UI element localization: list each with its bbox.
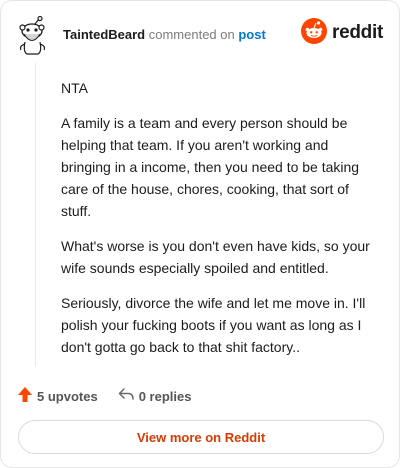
- comment-paragraph: NTA: [61, 80, 88, 96]
- header-byline: TaintedBeard commented on post: [63, 27, 266, 42]
- upvote-count: 5 upvotes: [37, 388, 98, 404]
- comment-paragraph: Seriously, divorce the wife and let me m…: [61, 295, 366, 355]
- comment-footer: 5 upvotes 0 replies: [17, 386, 191, 406]
- username-link[interactable]: TaintedBeard: [63, 27, 145, 42]
- comment-paragraph: What's worse is you don't even have kids…: [61, 238, 370, 276]
- reddit-snoo-icon: [301, 17, 328, 49]
- upvote-button[interactable]: 5 upvotes: [17, 386, 98, 406]
- comment-embed-card: TaintedBeard commented on post reddit NT…: [0, 0, 400, 468]
- header-action-text: commented on: [148, 27, 235, 42]
- thread-line: [35, 63, 36, 367]
- comment-paragraph: A family is a team and every person shou…: [61, 115, 360, 219]
- reply-arrow-icon: [118, 387, 135, 405]
- comment-header: TaintedBeard commented on post reddit: [15, 15, 385, 55]
- reply-button[interactable]: 0 replies: [118, 387, 192, 405]
- snoo-avatar-icon[interactable]: [15, 15, 51, 55]
- comment-body: NTA A family is a team and every person …: [61, 77, 379, 371]
- upvote-arrow-icon: [17, 386, 33, 406]
- reply-count: 0 replies: [138, 388, 192, 404]
- view-more-on-reddit-button[interactable]: View more on Reddit: [18, 420, 384, 454]
- reddit-logo[interactable]: reddit: [301, 17, 383, 49]
- reddit-wordmark: reddit: [332, 22, 383, 43]
- post-link[interactable]: post: [238, 27, 265, 42]
